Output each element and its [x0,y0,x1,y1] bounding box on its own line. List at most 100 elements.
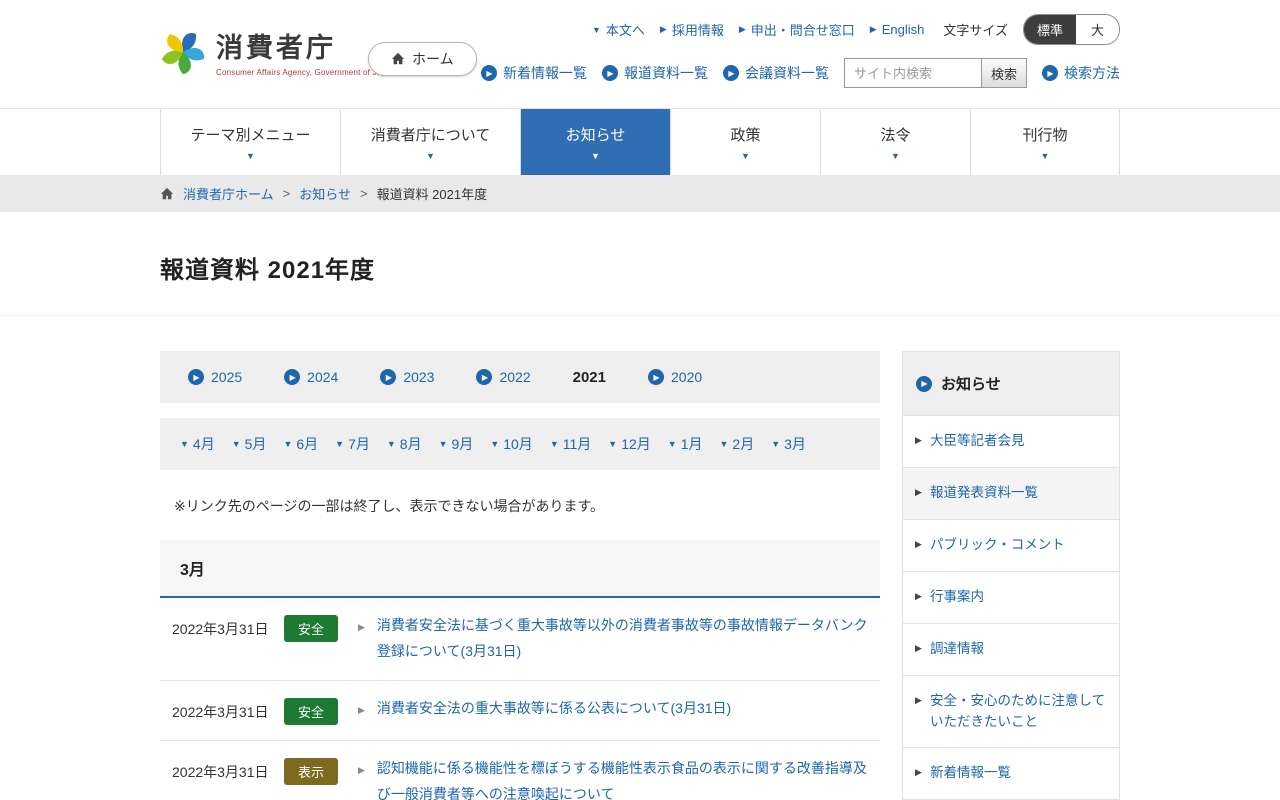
news-row: 2022年3月31日 安全 ▶ 消費者安全法に基づく重大事故等以外の消費者事故等… [160,598,880,681]
nav-tab[interactable]: お知らせ ▼ [520,109,670,175]
sidebar-item[interactable]: ▶ 行事案内 [903,570,1119,623]
sidebar-item[interactable]: ▶ 大臣等記者会見 [903,415,1119,467]
chevron-down-icon: ▼ [549,439,559,449]
news-date: 2022年3月31日 [172,621,269,637]
month-link[interactable]: ▼ 12月 [608,434,651,454]
month-link[interactable]: ▼ 3月 [771,434,806,454]
link-label: 会議資料一覧 [745,65,829,81]
month-label: 1月 [680,436,703,452]
month-link[interactable]: ▼ 10月 [490,434,533,454]
link-marker-icon: ▶ [869,24,877,34]
news-link[interactable]: 認知機能に係る機能性を標ぼうする機能性表示食品の表示に関する改善指導及び一般消費… [377,756,880,800]
nav-tab[interactable]: 消費者庁について ▼ [340,109,520,175]
link-label: 本文へ [605,23,645,38]
nav-tab-label: お知らせ [565,126,626,144]
month-label: 10月 [503,436,533,452]
sidebar-item[interactable]: ▶ 新着情報一覧 [903,747,1119,799]
news-link[interactable]: 消費者安全法に基づく重大事故等以外の消費者事故等の事故情報データバンク登録につい… [377,613,880,665]
chevron-down-icon: ▼ [426,150,435,161]
nav-tab[interactable]: 刊行物 ▼ [970,109,1120,175]
month-label: 9月 [451,436,474,452]
header-quick-link[interactable]: ▶ 会議資料一覧 [723,63,829,83]
site-header: 消費者庁 Consumer Affairs Agency, Government… [0,0,1280,108]
year-link[interactable]: ▶ 2022 [476,369,531,385]
site-logo[interactable]: 消費者庁 Consumer Affairs Agency, Government… [160,26,395,77]
chevron-down-icon: ▼ [1040,150,1050,161]
search-input[interactable] [844,58,982,88]
month-label: 2月 [732,436,755,452]
news-link[interactable]: 消費者安全法の重大事故等に係る公表について(3月31日) [377,696,880,722]
year-label: 2023 [403,369,435,385]
chevron-down-icon: ▼ [231,439,241,449]
header-top-link[interactable]: ▼ 本文へ [592,20,645,39]
year-link[interactable]: ▶ 2020 [648,369,702,385]
sidebar-item[interactable]: ▶ 調達情報 [903,622,1119,675]
home-button[interactable]: ホーム [368,42,477,76]
sidebar-item-label: 新着情報一覧 [930,765,1011,781]
link-marker-icon: ▶ [738,24,746,34]
nav-tab-label: 政策 [730,126,761,144]
year-link[interactable]: 2021 [573,369,606,386]
arrow-right-icon: ▶ [915,767,922,778]
year-label: 2022 [499,369,531,385]
link-label: 報道資料一覧 [624,65,708,81]
nav-tab[interactable]: テーマ別メニュー ▼ [160,109,340,175]
sidebar: ▶ お知らせ ▶ 大臣等記者会見 ▶ 報道発表資料一覧 ▶ パブリック・コメント [902,351,1120,800]
sidebar-item[interactable]: ▶ 報道発表資料一覧 [903,466,1119,519]
font-size-standard-button[interactable]: 標準 [1023,15,1076,44]
year-label: 2021 [572,368,606,386]
arrow-right-icon: ▶ [915,590,922,601]
month-label: 3月 [784,436,806,452]
news-list: 2022年3月31日 安全 ▶ 消費者安全法に基づく重大事故等以外の消費者事故等… [160,598,880,800]
play-circle-icon: ▶ [380,369,397,385]
chevron-down-icon: ▼ [719,439,729,449]
breadcrumb-section-link[interactable]: お知らせ [299,184,351,203]
breadcrumb-home-link[interactable]: 消費者庁ホーム [183,184,274,203]
nav-tab[interactable]: 政策 ▼ [670,109,820,175]
header-quick-link[interactable]: ▶ 新着情報一覧 [481,63,587,83]
header-top-link[interactable]: ▶ 採用情報 [660,20,724,39]
header-quick-link[interactable]: ▶ 報道資料一覧 [602,63,708,83]
month-link[interactable]: ▼ 11月 [550,434,591,454]
header-top-link[interactable]: ▶ 申出・問合せ窓口 [739,20,855,39]
nav-tab-label: 消費者庁について [370,126,491,144]
arrow-right-icon: ▶ [915,435,922,445]
font-size-toggle: 標準 大 [1022,14,1120,45]
header-top-link[interactable]: ▶ English [870,22,925,37]
page-root: 消費者庁 Consumer Affairs Agency, Government… [0,0,1280,800]
month-link[interactable]: ▼ 1月 [668,434,703,454]
link-label: 新着情報一覧 [503,65,587,81]
search-help-link[interactable]: ▶ 検索方法 [1042,63,1120,83]
play-circle-icon: ▶ [602,65,618,81]
home-icon [160,187,174,199]
chevron-down-icon: ▼ [771,439,781,449]
page-title: 報道資料 2021年度 [160,257,376,284]
year-link[interactable]: ▶ 2025 [188,369,242,385]
sidebar-item-label: 報道発表資料一覧 [930,484,1038,500]
chevron-down-icon: ▼ [335,439,345,449]
site-search: 検索 [844,58,1027,88]
news-row: 2022年3月31日 表示 ▶ 認知機能に係る機能性を標ぼうする機能性表示食品の… [160,741,880,800]
font-size-large-button[interactable]: 大 [1075,15,1119,44]
month-link[interactable]: ▼ 2月 [720,434,755,454]
month-link[interactable]: ▼ 4月 [180,434,215,454]
search-button[interactable]: 検索 [981,58,1027,88]
sidebar-item[interactable]: ▶ 安全・安心のために注意していただきたいこと [903,674,1119,748]
month-label: 7月 [348,436,370,452]
month-label: 4月 [192,436,215,452]
nav-tab[interactable]: 法令 ▼ [820,109,970,175]
chevron-down-icon: ▼ [891,150,900,161]
chevron-down-icon: ▼ [741,150,750,161]
link-label: English [881,22,925,37]
month-link[interactable]: ▼ 5月 [232,434,267,454]
year-link[interactable]: ▶ 2024 [284,369,338,385]
month-link[interactable]: ▼ 7月 [335,434,370,454]
year-label: 2020 [671,369,703,385]
month-link[interactable]: ▼ 8月 [387,434,422,454]
sidebar-item[interactable]: ▶ パブリック・コメント [903,518,1119,571]
month-link[interactable]: ▼ 9月 [439,434,474,454]
arrow-right-icon: ▶ [358,704,365,715]
year-link[interactable]: ▶ 2023 [380,369,434,385]
play-circle-icon: ▶ [188,369,204,385]
month-link[interactable]: ▼ 6月 [283,434,318,454]
